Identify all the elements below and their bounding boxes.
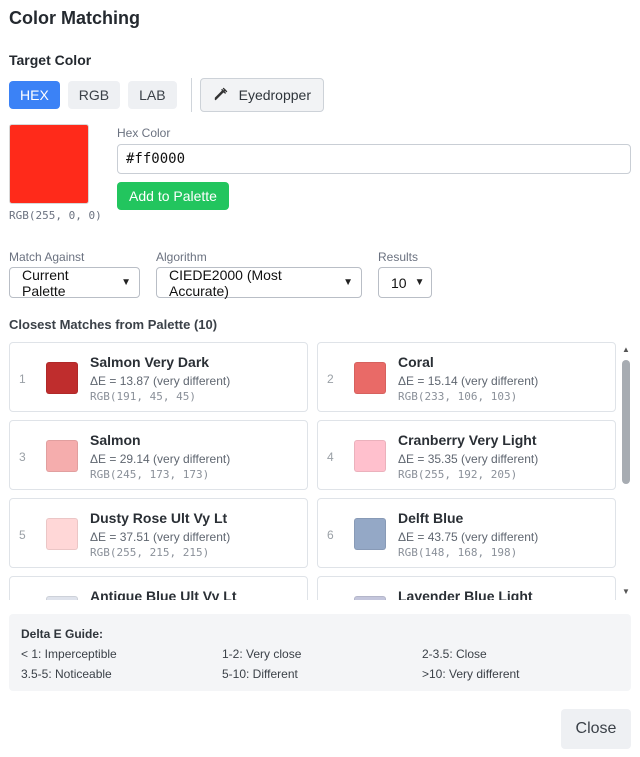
match-name: Salmon xyxy=(90,432,141,448)
guide-title: Delta E Guide: xyxy=(21,627,104,641)
match-against-label: Match Against xyxy=(9,250,85,264)
eyedropper-icon xyxy=(213,86,229,105)
match-index: 5 xyxy=(19,528,26,542)
close-button[interactable]: Close xyxy=(561,709,631,749)
format-lab-button[interactable]: LAB xyxy=(128,81,177,109)
match-index: 6 xyxy=(327,528,334,542)
match-card[interactable]: 4 Cranberry Very Light ΔE = 35.35 (very … xyxy=(317,420,616,490)
target-rgb-text: RGB(255, 0, 0) xyxy=(9,209,102,222)
match-index: 2 xyxy=(327,372,334,386)
target-color-label: Target Color xyxy=(9,52,92,68)
matches-list[interactable]: 1 Salmon Very Dark ΔE = 13.87 (very diff… xyxy=(9,342,631,600)
chevron-down-icon: ▼ xyxy=(121,277,131,288)
match-name: Lavender Blue Light xyxy=(398,588,533,600)
scroll-down-icon[interactable]: ▼ xyxy=(622,588,630,596)
match-swatch xyxy=(46,362,78,394)
match-name: Salmon Very Dark xyxy=(90,354,210,370)
results-label: Results xyxy=(378,250,419,264)
guide-item: 5-10: Different xyxy=(222,667,298,681)
guide-item: 1-2: Very close xyxy=(222,647,302,661)
hex-color-input[interactable] xyxy=(117,144,631,174)
match-card[interactable]: 1 Salmon Very Dark ΔE = 13.87 (very diff… xyxy=(9,342,308,412)
match-index: 3 xyxy=(19,450,26,464)
match-swatch xyxy=(46,596,78,600)
guide-item: 3.5-5: Noticeable xyxy=(21,667,112,681)
match-against-select[interactable]: Current Palette ▼ xyxy=(9,266,140,299)
scrollbar-thumb[interactable] xyxy=(622,360,630,484)
match-card[interactable]: 7 Antique Blue Ult Vy Lt xyxy=(9,576,308,600)
match-swatch xyxy=(354,440,386,472)
match-delta: ΔE = 29.14 (very different) xyxy=(90,452,231,466)
results-select[interactable]: 10 ▼ xyxy=(378,267,432,298)
eyedropper-label: Eyedropper xyxy=(238,87,311,103)
algorithm-label: Algorithm xyxy=(156,250,207,264)
match-rgb: RGB(245, 173, 173) xyxy=(90,468,210,481)
match-card[interactable]: 6 Delft Blue ΔE = 43.75 (very different)… xyxy=(317,498,616,568)
algorithm-select[interactable]: CIEDE2000 (Most Accurate) ▼ xyxy=(156,266,362,299)
match-rgb: RGB(148, 168, 198) xyxy=(398,546,518,559)
target-color-swatch[interactable] xyxy=(9,124,89,204)
match-delta: ΔE = 35.35 (very different) xyxy=(398,452,539,466)
match-rgb: RGB(255, 192, 205) xyxy=(398,468,518,481)
add-to-palette-button[interactable]: Add to Palette xyxy=(117,182,229,210)
match-swatch xyxy=(46,518,78,550)
eyedropper-button[interactable]: Eyedropper xyxy=(199,78,324,112)
match-name: Delft Blue xyxy=(398,510,464,526)
results-value: 10 xyxy=(391,274,407,291)
hex-color-label: Hex Color xyxy=(117,126,171,140)
match-swatch xyxy=(354,596,386,600)
chevron-down-icon: ▼ xyxy=(343,277,353,288)
match-rgb: RGB(255, 215, 215) xyxy=(90,546,210,559)
format-rgb-button[interactable]: RGB xyxy=(67,81,121,109)
match-against-value: Current Palette xyxy=(22,266,69,299)
match-name: Cranberry Very Light xyxy=(398,432,537,448)
match-card[interactable]: 5 Dusty Rose Ult Vy Lt ΔE = 37.51 (very … xyxy=(9,498,308,568)
format-toolbar: HEX RGB LAB Eyedropper xyxy=(9,78,324,112)
dialog-title: Color Matching xyxy=(9,8,140,28)
match-delta: ΔE = 43.75 (very different) xyxy=(398,530,539,544)
match-swatch xyxy=(354,362,386,394)
match-delta: ΔE = 37.51 (very different) xyxy=(90,530,231,544)
guide-item: < 1: Imperceptible xyxy=(21,647,117,661)
matches-title: Closest Matches from Palette (10) xyxy=(9,317,218,332)
match-delta: ΔE = 13.87 (very different) xyxy=(90,374,231,388)
match-card[interactable]: 8 Lavender Blue Light xyxy=(317,576,616,600)
chevron-down-icon: ▼ xyxy=(414,277,425,288)
match-card[interactable]: 3 Salmon ΔE = 29.14 (very different) RGB… xyxy=(9,420,308,490)
match-index: 4 xyxy=(327,450,334,464)
scroll-up-icon[interactable]: ▲ xyxy=(622,346,630,354)
match-rgb: RGB(191, 45, 45) xyxy=(90,390,196,403)
toolbar-divider xyxy=(190,78,192,112)
matches-scrollbar[interactable]: ▲ ▼ xyxy=(621,342,631,600)
guide-item: 2-3.5: Close xyxy=(422,647,487,661)
delta-e-guide: Delta E Guide: < 1: Imperceptible 1-2: V… xyxy=(9,614,631,691)
match-index: 1 xyxy=(19,372,26,386)
match-name: Coral xyxy=(398,354,434,370)
format-hex-button[interactable]: HEX xyxy=(9,81,60,109)
algorithm-value: CIEDE2000 (Most Accurate) xyxy=(169,266,282,299)
match-rgb: RGB(233, 106, 103) xyxy=(398,390,518,403)
match-swatch xyxy=(46,440,78,472)
match-delta: ΔE = 15.14 (very different) xyxy=(398,374,539,388)
match-swatch xyxy=(354,518,386,550)
match-name: Antique Blue Ult Vy Lt xyxy=(90,588,237,600)
match-name: Dusty Rose Ult Vy Lt xyxy=(90,510,228,526)
match-card[interactable]: 2 Coral ΔE = 15.14 (very different) RGB(… xyxy=(317,342,616,412)
guide-item: >10: Very different xyxy=(422,667,520,681)
